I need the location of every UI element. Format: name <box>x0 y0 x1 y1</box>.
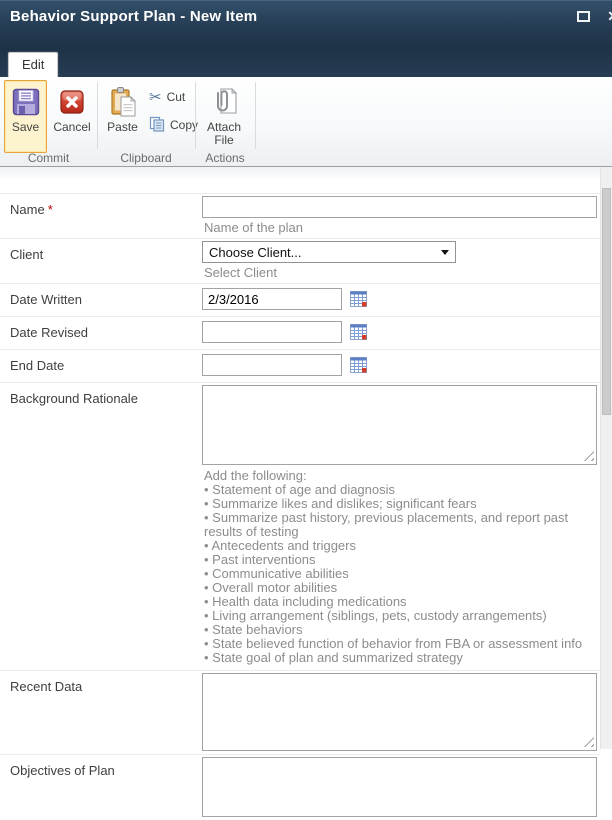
date-written-input[interactable] <box>202 288 342 310</box>
form-row-end-date: End Date <box>0 349 600 382</box>
date-revised-calendar-icon[interactable] <box>350 324 367 340</box>
scrollbar-thumb[interactable] <box>602 188 611 415</box>
help-bullet: • State goal of plan and summarized stra… <box>204 650 463 665</box>
save-floppy-icon <box>11 84 41 120</box>
name-input[interactable] <box>202 196 597 218</box>
client-label: Client <box>10 247 44 262</box>
dialog-titlebar: Behavior Support Plan - New Item ✕ Edit <box>0 0 612 77</box>
close-icon[interactable]: ✕ <box>607 8 612 25</box>
page-title: Behavior Support Plan - New Item <box>10 8 258 25</box>
group-divider <box>195 82 196 149</box>
tab-edit[interactable]: Edit <box>8 52 59 77</box>
end-date-label: End Date <box>10 358 65 373</box>
cancel-label: Cancel <box>53 120 91 134</box>
copy-pages-icon <box>149 116 165 135</box>
help-bullet: • Overall motor abilities <box>204 580 338 595</box>
cancel-x-icon <box>59 84 85 120</box>
date-written-label: Date Written <box>10 292 83 307</box>
help-bullet: • Summarize likes and dislikes; signific… <box>204 496 477 511</box>
help-bullet: • Antecedents and triggers <box>204 538 356 553</box>
form-row-client: Client Choose Client... Select Client <box>0 238 600 283</box>
form-row-recent-data: Recent Data <box>0 670 600 754</box>
help-bullet: • Living arrangement (siblings, pets, cu… <box>204 608 547 623</box>
paste-clipboard-icon <box>108 84 138 120</box>
group-divider <box>97 82 98 149</box>
end-date-input[interactable] <box>202 354 342 376</box>
help-bullet: • Communicative abilities <box>204 566 349 581</box>
copy-label: Copy <box>170 118 199 132</box>
form-row-background-rationale: Background Rationale Add the following: … <box>0 382 600 670</box>
help-bullet: • Statement of age and diagnosis <box>204 482 396 497</box>
group-label-actions: Actions <box>205 151 245 165</box>
form-scroll-area: Name * Name of the plan Client Choose Cli… <box>0 167 612 817</box>
group-label-clipboard: Clipboard <box>120 151 172 165</box>
client-select-value: Choose Client... <box>209 244 302 260</box>
end-date-calendar-icon[interactable] <box>350 357 367 373</box>
client-select[interactable]: Choose Client... <box>202 241 456 263</box>
form-row-date-written: Date Written <box>0 283 600 316</box>
ribbon: Save Cancel Paste ✂ Cut Copy Attach File… <box>0 77 612 167</box>
help-bullet: • Health data including medications <box>204 594 407 609</box>
help-intro: Add the following: <box>204 468 307 483</box>
maximize-icon[interactable] <box>577 11 590 22</box>
help-bullet: • State believed function of behavior fr… <box>204 636 583 651</box>
name-description: Name of the plan <box>204 220 304 235</box>
cut-scissors-icon: ✂ <box>149 88 162 106</box>
attach-file-label: Attach File <box>206 120 242 147</box>
cancel-button[interactable]: Cancel <box>50 80 94 153</box>
group-label-commit: Commit <box>27 151 70 165</box>
required-asterisk: * <box>47 202 53 217</box>
date-written-calendar-icon[interactable] <box>350 291 367 307</box>
form-row-date-revised: Date Revised <box>0 316 600 349</box>
attach-paperclip-icon <box>210 84 238 120</box>
cut-button[interactable]: ✂ Cut <box>146 86 188 108</box>
background-rationale-label: Background Rationale <box>10 391 138 406</box>
name-label: Name * <box>10 202 53 217</box>
paste-button[interactable]: Paste <box>101 80 144 153</box>
attach-file-button[interactable]: Attach File <box>199 80 249 153</box>
form-row-objectives: Objectives of Plan <box>0 754 600 820</box>
objectives-textarea[interactable] <box>202 757 597 817</box>
form-row-name: Name * Name of the plan <box>0 193 600 238</box>
client-description: Select Client <box>204 265 277 280</box>
background-rationale-help: Add the following: • Statement of age an… <box>202 465 597 667</box>
save-button[interactable]: Save <box>4 80 47 153</box>
cut-label: Cut <box>166 90 186 104</box>
chevron-down-icon <box>441 250 449 255</box>
new-item-form: Name * Name of the plan Client Choose Cli… <box>0 193 600 820</box>
recent-data-label: Recent Data <box>10 679 83 694</box>
help-bullet: • Past interventions <box>204 552 316 567</box>
date-revised-input[interactable] <box>202 321 342 343</box>
objectives-label: Objectives of Plan <box>10 763 115 778</box>
help-bullet: • Summarize past history, previous place… <box>204 510 569 539</box>
help-bullet: • State behaviors <box>204 622 303 637</box>
background-rationale-textarea[interactable] <box>202 385 597 465</box>
save-label: Save <box>11 120 40 134</box>
paste-label: Paste <box>107 120 138 134</box>
recent-data-textarea[interactable] <box>202 673 597 751</box>
group-divider <box>255 82 256 149</box>
date-revised-label: Date Revised <box>10 325 89 340</box>
vertical-scrollbar[interactable] <box>600 167 612 749</box>
copy-button[interactable]: Copy <box>146 114 201 136</box>
